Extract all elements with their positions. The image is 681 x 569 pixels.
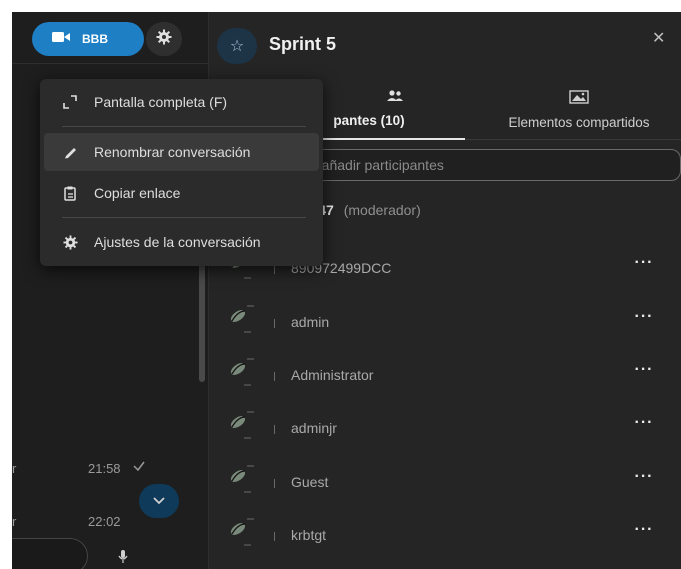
image-icon xyxy=(479,90,679,107)
avatar xyxy=(223,462,257,496)
list-item[interactable]: adminjr ··· xyxy=(209,408,681,448)
start-call-button[interactable]: BBB xyxy=(32,22,144,56)
separator xyxy=(274,532,275,541)
star-icon: ☆ xyxy=(229,38,245,55)
checkmark-icon xyxy=(132,459,146,476)
chevron-down-icon xyxy=(153,492,165,510)
separator xyxy=(274,479,275,488)
tab-label: pantes (10) xyxy=(333,113,405,128)
more-options-button[interactable]: ··· xyxy=(631,254,657,278)
conversation-settings-menu: Pantalla completa (F) Renombrar conversa… xyxy=(40,79,323,266)
menu-item-conversation-settings[interactable]: Ajustes de la conversación xyxy=(44,223,319,261)
message-time: 21:58 xyxy=(88,461,121,476)
avatar xyxy=(223,408,257,442)
menu-item-rename[interactable]: Renombrar conversación xyxy=(44,133,319,171)
favorite-button[interactable]: ☆ xyxy=(217,28,257,64)
fullscreen-icon xyxy=(62,94,78,110)
menu-item-label: Renombrar conversación xyxy=(94,144,251,160)
separator xyxy=(274,319,275,328)
left-topbar: BBB xyxy=(12,12,209,64)
menu-item-fullscreen[interactable]: Pantalla completa (F) xyxy=(44,83,319,121)
message-input[interactable] xyxy=(12,538,88,569)
participant-name: adminjr xyxy=(291,420,337,436)
divider xyxy=(62,126,306,127)
video-camera-icon xyxy=(52,30,70,48)
participant-name: Guest xyxy=(291,474,329,490)
separator xyxy=(274,372,275,381)
list-item[interactable]: krbtgt ··· xyxy=(209,515,681,555)
more-options-button[interactable]: ··· xyxy=(631,361,657,385)
separator xyxy=(274,265,275,274)
participant-name: krbtgt xyxy=(291,527,327,543)
list-item[interactable]: admin ··· xyxy=(209,302,681,342)
participant-name: admin xyxy=(291,314,330,330)
conversation-title: Sprint 5 xyxy=(269,34,337,54)
menu-item-label: Ajustes de la conversación xyxy=(94,234,261,250)
menu-item-label: Pantalla completa (F) xyxy=(94,94,228,110)
people-icon xyxy=(321,90,469,105)
more-options-button[interactable]: ··· xyxy=(631,414,657,438)
microphone-icon[interactable] xyxy=(118,550,128,569)
more-options-button[interactable]: ··· xyxy=(631,468,657,492)
scroll-to-bottom-button[interactable] xyxy=(139,484,179,518)
avatar xyxy=(223,515,257,549)
moderator-role: (moderador) xyxy=(343,202,421,218)
pencil-icon xyxy=(62,144,78,160)
divider xyxy=(62,217,306,218)
message-time: 22:02 xyxy=(88,514,121,529)
avatar xyxy=(223,302,257,336)
list-item[interactable]: Guest ··· xyxy=(209,462,681,502)
app-window: BBB r 21:58 r 22:02 ☆ Sprint 5 ✕ pantes … xyxy=(12,12,681,569)
gear-icon xyxy=(156,29,172,50)
list-item[interactable]: r 21:58 xyxy=(12,459,192,479)
message-sender: r xyxy=(12,514,17,529)
more-options-button[interactable]: ··· xyxy=(631,521,657,545)
message-sender: r xyxy=(12,461,17,476)
menu-item-copy-link[interactable]: Copiar enlace xyxy=(44,174,319,212)
close-icon[interactable]: ✕ xyxy=(652,28,665,48)
tab-shared-items[interactable]: Elementos compartidos xyxy=(479,90,679,130)
list-item[interactable]: Administrator ··· xyxy=(209,355,681,395)
conversation-settings-button[interactable] xyxy=(146,22,182,56)
clipboard-icon xyxy=(62,185,78,201)
gear-icon xyxy=(62,234,78,250)
call-button-label: BBB xyxy=(82,32,108,46)
avatar xyxy=(223,355,257,389)
tab-label: Elementos compartidos xyxy=(508,115,650,130)
participant-name: Administrator xyxy=(291,367,374,383)
menu-item-label: Copiar enlace xyxy=(94,185,181,201)
separator xyxy=(274,425,275,434)
more-options-button[interactable]: ··· xyxy=(631,308,657,332)
